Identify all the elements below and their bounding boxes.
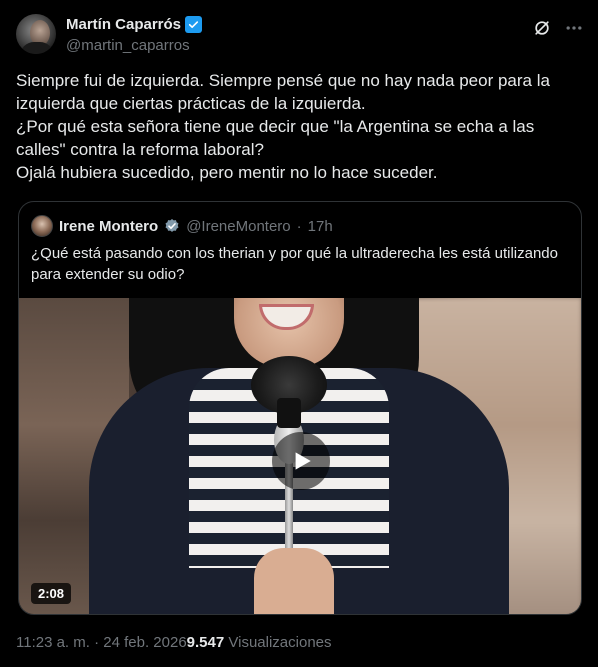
video-player[interactable]: 2:08 xyxy=(19,298,581,614)
tweet-header: Martín Caparrós @martin_caparros xyxy=(16,12,586,60)
quoted-author-avatar[interactable] xyxy=(31,215,53,237)
verified-badge-icon xyxy=(185,16,203,33)
author-handle[interactable]: @martin_caparros xyxy=(66,37,190,54)
tweet-footer: 11:23 a. m. · 24 feb. 20269.547 Visualiz… xyxy=(16,634,332,651)
author-name-line: Martín Caparrós xyxy=(66,16,203,33)
verified-badge-icon xyxy=(164,218,180,234)
tweet-line-2: ¿Por qué esta señora tiene que decir que… xyxy=(16,117,535,159)
grok-icon[interactable] xyxy=(532,18,552,38)
tweet-timestamp[interactable]: 11:23 a. m. · 24 feb. 2026 xyxy=(16,634,187,651)
views-label: Visualizaciones xyxy=(228,634,332,651)
more-options-icon[interactable] xyxy=(564,18,584,38)
video-hand xyxy=(254,548,334,614)
tweet-line-1: Siempre fui de izquierda. Siempre pensé … xyxy=(16,71,550,113)
tweet-line-3: Ojalá hubiera sucedido, pero mentir no l… xyxy=(16,163,438,182)
play-icon xyxy=(295,452,311,470)
video-duration: 2:08 xyxy=(31,583,72,604)
meta-separator: · xyxy=(296,217,302,235)
quoted-tweet-text: ¿Qué está pasando con los therian y por … xyxy=(31,245,558,283)
author-display-name[interactable]: Martín Caparrós xyxy=(66,16,181,33)
quoted-tweet[interactable]: Irene Montero @IreneMontero · 17h ¿Qué e… xyxy=(18,201,582,615)
avatar-shoulders xyxy=(20,42,54,54)
quoted-tweet-header: Irene Montero @IreneMontero · 17h xyxy=(31,214,333,238)
tweet-text: Siempre fui de izquierda. Siempre pensé … xyxy=(16,69,586,184)
video-microphone-body xyxy=(277,398,301,428)
author-avatar[interactable] xyxy=(16,14,56,54)
play-button[interactable] xyxy=(272,432,330,490)
quoted-time[interactable]: 17h xyxy=(308,218,333,235)
quoted-author-handle[interactable]: @IreneMontero xyxy=(186,218,290,235)
views-count: 9.547 xyxy=(186,634,225,651)
quoted-author-display-name[interactable]: Irene Montero xyxy=(59,218,158,235)
